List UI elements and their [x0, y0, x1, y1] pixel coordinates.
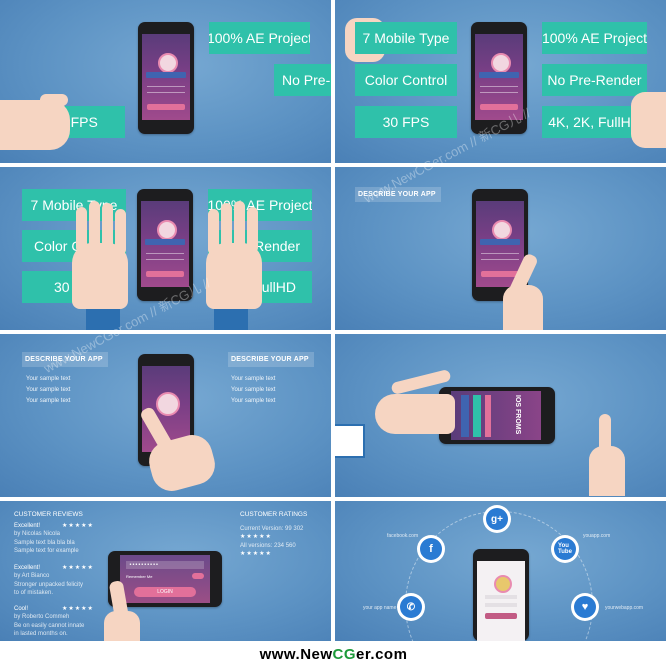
- panel-6: IOS FROMS: [335, 334, 666, 497]
- review-text: Sample text bla bla bla: [14, 540, 75, 546]
- hand: [0, 100, 70, 150]
- all-versions: All versions: 234 560: [240, 543, 296, 549]
- feature-badge: No Pre-Render: [542, 64, 647, 96]
- finger: [221, 203, 232, 253]
- panel-2: 7 Mobile Type 100% AE Project Color Cont…: [335, 0, 666, 163]
- panel-7: CUSTOMER REVIEWS Excellent! ★★★★★ by Nic…: [0, 501, 331, 641]
- g-plus-icon: g+: [483, 505, 511, 533]
- hand: [375, 394, 455, 434]
- review-title: Excellent!: [14, 523, 41, 529]
- sample-text: Your sample text: [231, 376, 276, 382]
- password-field[interactable]: ••••••••••: [126, 561, 204, 569]
- finger: [40, 94, 68, 106]
- review-stars: ★★★★★: [62, 606, 94, 612]
- panel-1: 100% AE Project No Pre-R 30 FPS: [0, 0, 331, 163]
- footer: www.New CG er.com: [0, 641, 667, 667]
- screenshot-grid: 100% AE Project No Pre-R 30 FPS 7 Mobile…: [0, 0, 667, 667]
- panel-8: g+ f You Tube ✆ ♥ facebook.com youapp.com…: [335, 501, 666, 641]
- hand: [104, 611, 140, 641]
- social-label: your app name: [363, 605, 397, 611]
- facebook-icon: f: [417, 535, 445, 563]
- feature-badge: 100% AE Project: [542, 22, 647, 54]
- finger: [247, 207, 258, 253]
- ios-froms-title: IOS FROMS: [514, 395, 521, 435]
- phone-landscape: IOS FROMS: [439, 387, 555, 444]
- whatsapp-icon: ✆: [397, 593, 425, 621]
- feature-badge: No Pre-R: [274, 64, 331, 96]
- sample-text: Your sample text: [26, 387, 71, 393]
- social-label: facebook.com: [387, 533, 419, 539]
- finger: [76, 207, 87, 253]
- feature-badge: Color Control: [355, 64, 457, 96]
- sleeve: [214, 309, 248, 330]
- describe-header: DESCRIBE YOUR APP: [228, 352, 314, 367]
- social-label: youapp.com: [583, 533, 611, 539]
- review-text: Sample text for example: [14, 548, 79, 554]
- sample-text: Your sample text: [231, 398, 276, 404]
- review-author: by Roberto Commeh: [14, 614, 70, 620]
- feature-badge: 100% AE Project: [209, 22, 310, 54]
- review-title: Excellent!: [14, 565, 41, 571]
- review-title: Cool!: [14, 606, 29, 612]
- phone-screen: IOS FROMS: [451, 391, 541, 440]
- hand: [503, 285, 543, 330]
- review-text: Stronger unpacked felicity: [14, 582, 84, 588]
- cuff: [335, 424, 365, 458]
- feature-badge: 30 FPS: [355, 106, 457, 138]
- phone-screen: [142, 34, 190, 120]
- finger: [89, 201, 100, 253]
- ratings-title: CUSTOMER RATINGS: [240, 511, 308, 518]
- rating-stars: ★★★★★: [240, 534, 272, 540]
- review-text: to of mistaken.: [14, 590, 54, 596]
- finger: [234, 201, 245, 253]
- heart-icon: ♥: [571, 593, 599, 621]
- review-stars: ★★★★★: [62, 523, 94, 529]
- review-text: Be on easily cannot innate: [14, 623, 85, 629]
- review-author: by Nicolas Nicola: [14, 531, 61, 537]
- hand: [589, 446, 625, 496]
- remember-me-label: Remember Me: [126, 574, 153, 579]
- footer-brand: CG: [332, 645, 357, 663]
- reviews-title: CUSTOMER REVIEWS: [14, 511, 83, 518]
- review-author: by Art Bianco: [14, 573, 50, 579]
- review-stars: ★★★★★: [62, 565, 94, 571]
- sample-text: Your sample text: [231, 387, 276, 393]
- sample-text: Your sample text: [26, 398, 71, 404]
- footer-pre: www.New: [259, 645, 333, 663]
- phone-screen: [141, 201, 189, 287]
- feature-badge: 7 Mobile Type: [355, 22, 457, 54]
- current-version: Current Version: 99 302: [240, 526, 304, 532]
- finger: [115, 209, 126, 255]
- login-screen: •••••••••• Remember Me LOGIN: [120, 555, 210, 603]
- phone-screen: [477, 561, 525, 641]
- review-text: in lasted months on.: [14, 631, 68, 637]
- phone: [473, 549, 529, 641]
- finger: [208, 209, 219, 255]
- rating-stars: ★★★★★: [240, 551, 272, 557]
- login-button[interactable]: LOGIN: [134, 587, 196, 597]
- finger: [102, 203, 113, 253]
- phone: [138, 22, 194, 134]
- hand: [631, 92, 666, 148]
- footer-post: er.com: [356, 645, 408, 663]
- social-label: yourwebapp.com: [605, 605, 644, 611]
- remember-toggle[interactable]: [192, 573, 204, 579]
- youtube-icon: You Tube: [551, 535, 579, 563]
